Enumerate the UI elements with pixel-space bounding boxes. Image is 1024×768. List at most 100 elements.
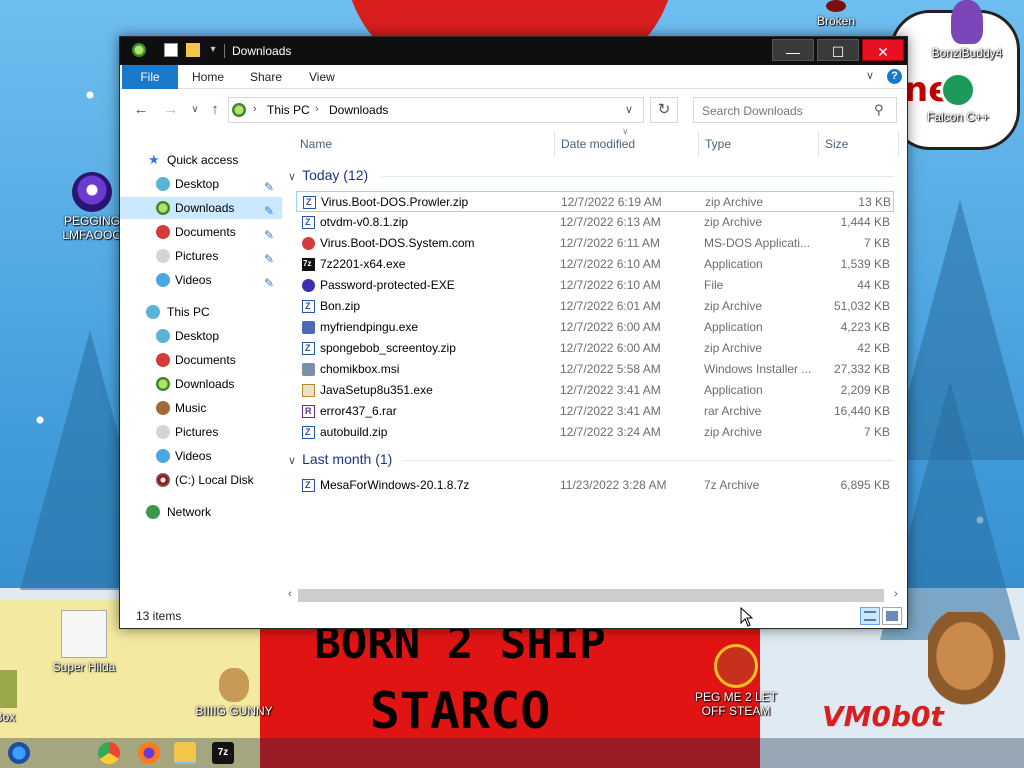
help-icon[interactable]: ?: [887, 69, 902, 84]
file-type: rar Archive: [704, 404, 762, 418]
group-header-today[interactable]: ∨ Today (12): [288, 167, 368, 183]
recent-locations-icon[interactable]: ∨: [186, 104, 204, 115]
minimize-button[interactable]: —: [772, 39, 814, 61]
pin-icon[interactable]: ✎: [264, 200, 274, 222]
large-icons-view-button[interactable]: [882, 607, 902, 625]
column-divider[interactable]: [818, 131, 819, 157]
nav-network[interactable]: Network: [120, 501, 282, 523]
refresh-button[interactable]: ↻: [650, 97, 678, 123]
up-arrow-icon[interactable]: ↑: [206, 101, 224, 118]
desktop-icon-biiiig-gunny[interactable]: BIIIIG GUNNY: [194, 668, 274, 718]
file-row[interactable]: autobuild.zip 12/7/2022 3:24 AM zip Archiv…: [296, 422, 894, 443]
file-row[interactable]: JavaSetup8u351.exe 12/7/2022 3:41 AM Appli…: [296, 380, 894, 401]
column-header-size[interactable]: Size: [825, 137, 848, 151]
desktop-icon-broken[interactable]: Broken: [796, 0, 876, 28]
pin-icon[interactable]: ✎: [264, 176, 274, 198]
nav-pc-music[interactable]: Music: [120, 397, 282, 419]
nav-this-pc[interactable]: This PC: [120, 301, 282, 323]
address-bar[interactable]: › This PC › Downloads ∨: [228, 97, 644, 123]
desktop-icon-label: BIIIIG GUNNY: [195, 704, 273, 718]
file-row[interactable]: 7z2201-x64.exe 12/7/2022 6:10 AM Applicati…: [296, 253, 894, 275]
nav-label: Music: [175, 401, 207, 415]
money-bag-icon: [219, 668, 249, 702]
tab-view[interactable]: View: [297, 65, 347, 89]
pin-icon[interactable]: ✎: [264, 248, 274, 270]
group-divider: [382, 176, 894, 177]
hamster-desktop-pet[interactable]: [928, 612, 1020, 722]
file-row[interactable]: otvdm-v0.8.1.zip 12/7/2022 6:13 AM zip Arc…: [296, 212, 894, 233]
file-row[interactable]: spongebob_screentoy.zip 12/7/2022 6:00 AM…: [296, 338, 894, 359]
file-row[interactable]: myfriendpingu.exe 12/7/2022 6:00 AM Applic…: [296, 317, 894, 338]
column-divider[interactable]: [698, 131, 699, 157]
firefox-icon[interactable]: [138, 742, 160, 764]
new-folder-icon[interactable]: [186, 43, 200, 57]
chrome-icon[interactable]: [98, 742, 120, 764]
column-header-date[interactable]: Date modified: [561, 137, 635, 151]
desktop-icon-falcon[interactable]: Falcon C++: [918, 72, 998, 124]
nav-label: Documents: [175, 225, 236, 239]
horizontal-scrollbar[interactable]: ‹ ›: [286, 587, 907, 604]
file-row[interactable]: chomikbox.msi 12/7/2022 5:58 AM Windows In…: [296, 359, 894, 380]
nav-pc-desktop[interactable]: Desktop: [120, 325, 282, 347]
tab-file[interactable]: File: [122, 65, 178, 89]
nav-quick-pictures[interactable]: Pictures ✎: [120, 245, 282, 267]
scroll-left-arrow-icon[interactable]: ‹: [288, 588, 292, 600]
scroll-right-arrow-icon[interactable]: ›: [894, 588, 898, 600]
nav-pc-documents[interactable]: Documents: [120, 349, 282, 371]
start-button[interactable]: [8, 742, 30, 764]
file-date: 12/7/2022 6:19 AM: [561, 195, 662, 209]
nav-quick-documents[interactable]: Documents ✎: [120, 221, 282, 243]
file-row[interactable]: error437_6.rar 12/7/2022 3:41 AM rar Archi…: [296, 401, 894, 422]
breadcrumb-this-pc[interactable]: This PC: [267, 103, 310, 117]
group-header-last-month[interactable]: ∨ Last month (1): [288, 451, 392, 467]
7zip-icon[interactable]: 7z: [212, 742, 234, 764]
search-input[interactable]: Search Downloads ⚲: [693, 97, 897, 123]
expand-ribbon-icon[interactable]: ∨: [866, 69, 874, 82]
desktop-icon-super-hilda[interactable]: Super Hilda: [44, 610, 124, 674]
desktop-icon-kbox[interactable]: kBox: [0, 670, 32, 724]
file-date: 11/23/2022 3:28 AM: [560, 478, 667, 492]
nav-quick-videos[interactable]: Videos ✎: [120, 269, 282, 291]
tab-home[interactable]: Home: [180, 65, 236, 89]
desktop-icon-peg-me[interactable]: PEG ME 2 LET OFF STEAM: [692, 644, 780, 718]
details-view-button[interactable]: [860, 607, 880, 625]
file-name: Bon.zip: [320, 299, 361, 313]
maximize-button[interactable]: ☐: [817, 39, 859, 61]
desktop-icon-label: PEGGING LMFAOOO: [62, 214, 122, 242]
column-header-type[interactable]: Type: [705, 137, 731, 151]
breadcrumb-downloads[interactable]: Downloads: [329, 103, 388, 117]
scrollbar-thumb[interactable]: [298, 589, 884, 602]
pin-icon[interactable]: ✎: [264, 272, 274, 294]
file-row[interactable]: Virus.Boot-DOS.Prowler.zip 12/7/2022 6:19…: [296, 191, 894, 213]
column-divider[interactable]: [554, 131, 555, 157]
properties-icon[interactable]: [164, 43, 178, 57]
nav-pc-pictures[interactable]: Pictures: [120, 421, 282, 443]
tab-share[interactable]: Share: [238, 65, 294, 89]
file-explorer-icon[interactable]: [174, 742, 196, 764]
file-row[interactable]: Bon.zip 12/7/2022 6:01 AM zip Archive 51,03…: [296, 296, 894, 317]
address-dropdown-icon[interactable]: ∨: [625, 103, 633, 116]
file-name: myfriendpingu.exe: [320, 320, 419, 334]
back-arrow-icon[interactable]: ←: [132, 101, 150, 118]
column-divider[interactable]: [898, 131, 899, 157]
forward-arrow-icon[interactable]: →: [162, 101, 180, 118]
nav-quick-desktop[interactable]: Desktop ✎: [120, 173, 282, 195]
desktop-icon-bonzibuddy[interactable]: BonziBuddy4: [922, 0, 1012, 60]
close-button[interactable]: ✕: [862, 39, 904, 61]
desktop-icon-label: BonziBuddy4: [931, 46, 1003, 60]
nav-quick-downloads[interactable]: Downloads ✎: [120, 197, 282, 219]
group-divider: [404, 460, 894, 461]
nav-pc-local-disk[interactable]: (C:) Local Disk: [120, 469, 282, 491]
file-row[interactable]: Virus.Boot-DOS.System.com 12/7/2022 6:11 …: [296, 233, 894, 254]
file-row[interactable]: MesaForWindows-20.1.8.7z 11/23/2022 3:28 …: [296, 475, 894, 496]
nav-pc-videos[interactable]: Videos: [120, 445, 282, 467]
nav-pc-downloads[interactable]: Downloads: [120, 373, 282, 395]
pin-icon[interactable]: ✎: [264, 224, 274, 246]
column-header-name[interactable]: Name: [300, 137, 332, 151]
file-date: 12/7/2022 5:58 AM: [560, 362, 661, 376]
file-row[interactable]: Password-protected-EXE 12/7/2022 6:10 AM F…: [296, 275, 894, 296]
nav-quick-access[interactable]: ★ Quick access: [120, 149, 282, 171]
desktop-icon-label: Broken: [816, 14, 856, 28]
chevron-down-icon[interactable]: ▾: [206, 43, 220, 57]
nav-label: Videos: [175, 273, 212, 287]
